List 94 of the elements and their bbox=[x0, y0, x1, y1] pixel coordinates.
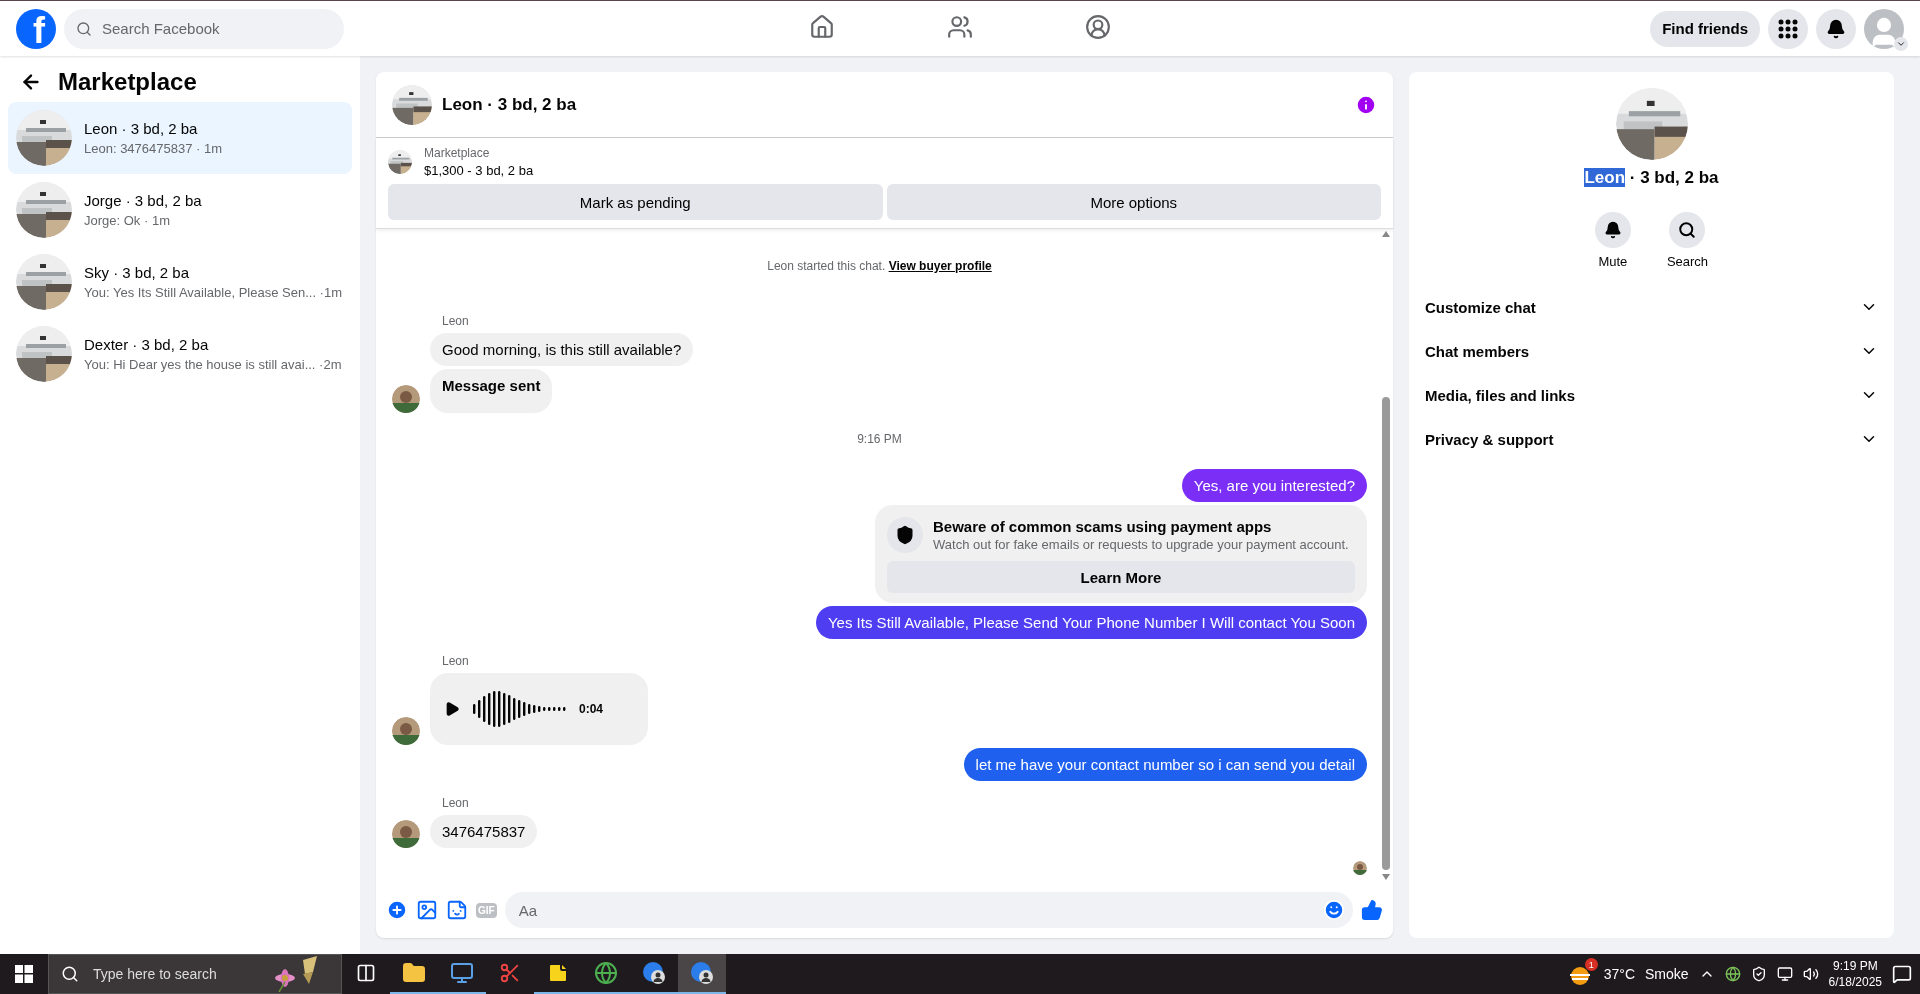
scroll-up-icon[interactable] bbox=[1382, 231, 1390, 237]
search-icon bbox=[1678, 221, 1697, 239]
conversation-name: Dexter · 3 bd, 2 ba bbox=[84, 336, 210, 353]
message-bubble: 3476475837 bbox=[430, 815, 538, 848]
weather-condition: Smoke bbox=[1645, 966, 1689, 982]
sidebar-title: Marketplace bbox=[58, 68, 197, 96]
conversation-name: Leon · 3 bd, 2 ba bbox=[84, 120, 199, 137]
timestamp: 9:16 PM bbox=[856, 432, 903, 446]
plus-icon[interactable] bbox=[386, 899, 408, 921]
taskbar-search-box[interactable]: Type here to search bbox=[48, 954, 342, 994]
people-icon bbox=[947, 14, 973, 40]
shield-icon bbox=[887, 517, 923, 553]
listing-summary: $1,300 - 3 bd, 2 ba bbox=[424, 163, 534, 178]
scissors-icon bbox=[499, 962, 521, 984]
windows-icon bbox=[15, 965, 33, 983]
grid-icon bbox=[1778, 18, 1798, 39]
home-icon bbox=[809, 14, 835, 40]
chat-started-note: Leon started this chat. View buyer profile bbox=[766, 259, 993, 273]
search-icon bbox=[61, 965, 79, 983]
photo-icon[interactable] bbox=[416, 899, 438, 921]
browser-profile-icon bbox=[642, 961, 666, 985]
message-bubble: Yes, are you interested? bbox=[1181, 469, 1367, 502]
browser-profile-icon bbox=[690, 961, 714, 985]
message-bubble: Message sent bbox=[430, 369, 553, 413]
chat-title: Leon · 3 bd, 2 ba bbox=[442, 94, 578, 115]
conversation-preview: You: Hi Dear yes the house is still avai... ·2m bbox=[84, 357, 342, 372]
folder-icon bbox=[402, 961, 426, 985]
details-section[interactable]: Media, files and links bbox=[1425, 373, 1878, 417]
play-icon[interactable] bbox=[444, 701, 460, 717]
sender-name: Leon bbox=[442, 654, 470, 668]
message-box[interactable]: Aa bbox=[504, 892, 1353, 928]
warning-text: Watch out for fake emails or requests to upgrade your payment account. bbox=[933, 537, 1349, 552]
info-icon[interactable] bbox=[1355, 93, 1377, 116]
facebook-logo[interactable]: f bbox=[16, 8, 56, 49]
person-circle-icon bbox=[1085, 14, 1111, 40]
message-bubble: let me have your contact number so i can send you detail bbox=[963, 748, 1367, 781]
notifications-button[interactable] bbox=[1816, 8, 1856, 49]
conversation-item[interactable]: Dexter · 3 bd, 2 ba You: Hi Dear yes the house is still avai... ·2m bbox=[8, 318, 352, 390]
globe-icon[interactable] bbox=[1724, 966, 1741, 982]
taskbar-app[interactable] bbox=[678, 954, 726, 994]
details-section[interactable]: Customize chat bbox=[1425, 285, 1878, 329]
task-view-icon bbox=[356, 963, 376, 983]
conversation-item[interactable]: Jorge · 3 bd, 2 ba Jorge: Ok · 1m bbox=[8, 174, 352, 246]
find-friends-button[interactable]: Find friends bbox=[1650, 10, 1760, 47]
details-action-button[interactable] bbox=[1594, 212, 1631, 248]
listing-action-button[interactable]: More options bbox=[886, 184, 1381, 220]
conversation-preview: Leon: 3476475837 · 1m bbox=[84, 141, 223, 156]
scroll-down-icon[interactable] bbox=[1382, 874, 1390, 880]
sticker-icon[interactable] bbox=[446, 899, 468, 921]
clock-time: 9:19 PM bbox=[1832, 958, 1878, 974]
menu-button[interactable] bbox=[1768, 8, 1808, 49]
action-label: Search bbox=[1666, 254, 1709, 269]
conversation-preview: Jorge: Ok · 1m bbox=[84, 213, 171, 228]
sender-name: Leon bbox=[442, 314, 470, 328]
speaker-icon[interactable] bbox=[1802, 966, 1819, 982]
message-bubble: Good morning, is this still available? bbox=[430, 333, 694, 366]
network-icon[interactable] bbox=[1776, 966, 1793, 982]
conversation-name: Jorge · 3 bd, 2 ba bbox=[84, 192, 202, 209]
search-box[interactable]: Search Facebook bbox=[64, 8, 344, 49]
audio-duration: 0:04 bbox=[579, 702, 604, 716]
taskbar-search-field[interactable]: Type here to search bbox=[91, 965, 261, 983]
clock-date: 6/18/2025 bbox=[1828, 974, 1882, 990]
globe-icon bbox=[594, 961, 618, 985]
action-label: Mute bbox=[1598, 254, 1628, 269]
search-field[interactable]: Search Facebook bbox=[100, 19, 332, 38]
listing-action-button[interactable]: Mark as pending bbox=[388, 184, 883, 220]
monitor-icon bbox=[450, 961, 474, 985]
details-title: Leon · 3 bd, 2 ba bbox=[1584, 168, 1719, 188]
emoji-icon[interactable] bbox=[1323, 899, 1345, 921]
clock[interactable]: 9:19 PM 6/18/2025 bbox=[1828, 958, 1882, 990]
sender-name: Leon bbox=[442, 796, 470, 810]
scrollbar[interactable] bbox=[1379, 229, 1393, 882]
view-buyer-profile-link[interactable]: View buyer profile bbox=[888, 259, 992, 273]
bell-icon bbox=[1603, 221, 1622, 239]
details-action-button[interactable] bbox=[1669, 212, 1706, 248]
conversation-preview: You: Yes Its Still Available, Please Sen... ·1m bbox=[84, 285, 342, 300]
conversation-item[interactable]: Leon · 3 bd, 2 ba Leon: 3476475837 · 1m bbox=[8, 102, 352, 174]
details-section[interactable]: Chat members bbox=[1425, 329, 1878, 373]
shield-icon[interactable] bbox=[1750, 966, 1767, 982]
listing-source: Marketplace bbox=[424, 146, 491, 160]
message-field[interactable]: Aa bbox=[516, 900, 1323, 920]
notification-badge: 1 bbox=[1584, 958, 1598, 971]
notifications-icon[interactable] bbox=[1892, 964, 1912, 984]
thumbs-up-icon[interactable] bbox=[1361, 899, 1383, 921]
message-bubble: Yes Its Still Available, Please Send Your Phone Number I Will contact You Soon bbox=[816, 606, 1367, 639]
temperature: 37°C bbox=[1603, 966, 1636, 982]
learn-more-button[interactable]: Learn More bbox=[887, 561, 1355, 593]
search-icon bbox=[76, 20, 92, 37]
bell-icon bbox=[1826, 18, 1846, 39]
details-section[interactable]: Privacy & support bbox=[1425, 417, 1878, 461]
conversation-name: Sky · 3 bd, 2 ba bbox=[84, 264, 191, 281]
conversation-item[interactable]: Sky · 3 bd, 2 ba You: Yes Its Still Available, Please Sen... ·1m bbox=[8, 246, 352, 318]
voice-message[interactable]: 0:04 bbox=[430, 673, 648, 745]
warning-title: Beware of common scams using payment apps bbox=[933, 518, 1273, 535]
